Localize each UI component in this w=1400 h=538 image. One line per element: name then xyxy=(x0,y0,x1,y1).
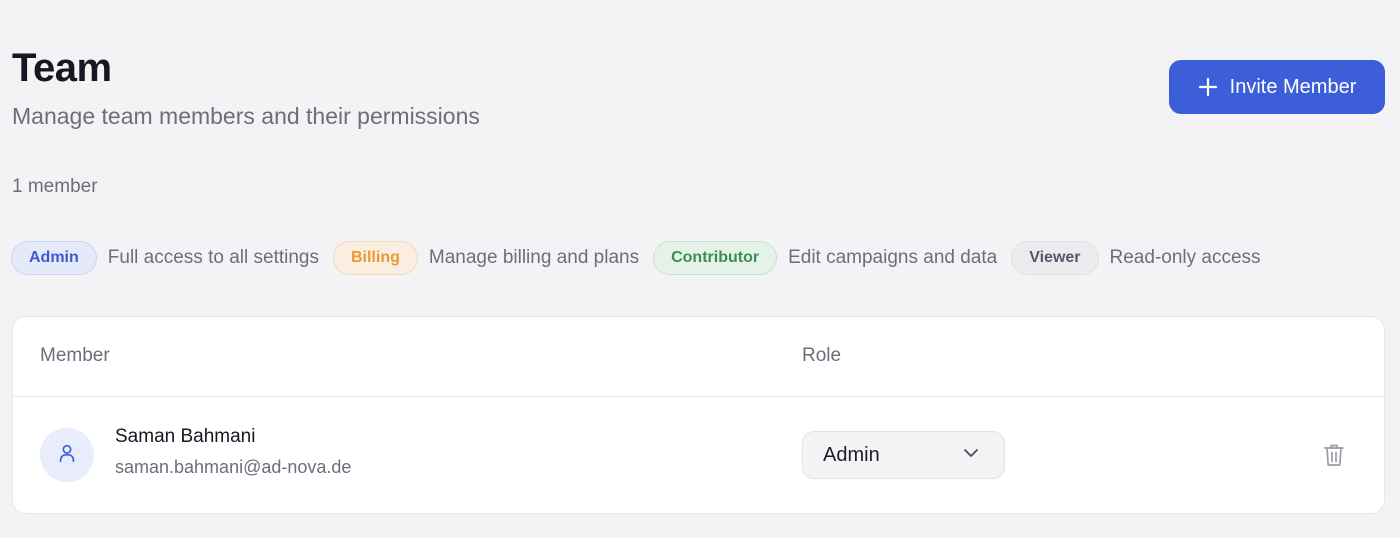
role-badge-billing: Billing xyxy=(332,241,418,275)
member-email: saman.bahmani@ad-nova.de xyxy=(115,457,352,477)
member-count: 1 member xyxy=(12,176,98,197)
delete-member-button[interactable] xyxy=(1319,442,1349,472)
member-name: Saman Bahmani xyxy=(115,426,256,447)
roles-legend: Admin Full access to all settings Billin… xyxy=(11,241,1275,275)
role-select-value: Admin xyxy=(823,443,880,466)
role-description-contributor: Edit campaigns and data xyxy=(788,247,998,268)
invite-member-label: Invite Member xyxy=(1229,75,1357,98)
plus-icon xyxy=(1198,77,1218,97)
column-header-role: Role xyxy=(802,345,842,366)
avatar xyxy=(40,428,94,482)
invite-member-button[interactable]: Invite Member xyxy=(1169,60,1385,114)
role-description-admin: Full access to all settings xyxy=(107,247,319,268)
role-select[interactable]: Admin xyxy=(802,431,1005,479)
user-icon xyxy=(56,442,78,469)
role-badge-contributor: Contributor xyxy=(653,241,778,275)
members-table: Member Role Saman Bahmani saman.bahmani@… xyxy=(12,316,1385,514)
trash-icon xyxy=(1322,442,1346,473)
role-description-viewer: Read-only access xyxy=(1109,247,1261,268)
page-subtitle: Manage team members and their permission… xyxy=(12,103,480,129)
team-page: Team Manage team members and their permi… xyxy=(0,0,1400,538)
column-header-member: Member xyxy=(40,345,110,366)
table-row: Saman Bahmani saman.bahmani@ad-nova.de A… xyxy=(13,397,1384,514)
role-badge-admin: Admin xyxy=(11,241,97,275)
role-description-billing: Manage billing and plans xyxy=(428,247,640,268)
page-title: Team xyxy=(12,46,112,90)
table-header: Member Role xyxy=(13,317,1384,397)
role-badge-viewer: Viewer xyxy=(1011,241,1099,275)
chevron-down-icon xyxy=(962,444,980,467)
